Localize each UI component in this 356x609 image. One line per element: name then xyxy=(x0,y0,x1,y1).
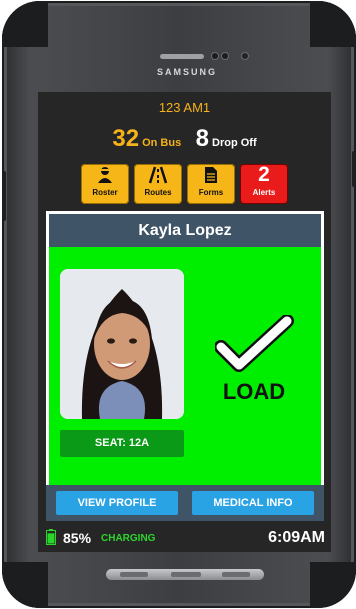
power-button xyxy=(352,151,356,187)
student-name: Kayla Lopez xyxy=(49,214,321,247)
student-actions: VIEW PROFILE MEDICAL INFO xyxy=(46,485,324,521)
bus-route-title: 123 AM1 xyxy=(158,100,211,115)
person-icon xyxy=(81,164,129,186)
load-status-text: LOAD xyxy=(222,379,286,404)
home-key[interactable] xyxy=(171,572,201,577)
back-key[interactable] xyxy=(222,572,250,577)
battery-percentage: 85% xyxy=(63,530,92,546)
charging-status: CHARGING xyxy=(101,533,156,544)
alerts-label: Alerts xyxy=(252,188,276,197)
app-screen: 123 AM1 32 On Bus 8 Drop Off Roster Rout… xyxy=(38,92,331,552)
medical-info-button[interactable]: MEDICAL INFO xyxy=(192,491,314,515)
routes-button[interactable]: Routes xyxy=(134,164,182,204)
light-sensor xyxy=(222,53,228,59)
recent-apps-key[interactable] xyxy=(120,572,148,577)
bumper-corner xyxy=(310,1,356,47)
forms-label: Forms xyxy=(198,188,224,197)
nav-tiles: Roster Routes Forms 2 Alerts xyxy=(81,164,291,204)
brand-logo: SAMSUNG xyxy=(156,67,217,77)
hardware-nav-bar xyxy=(106,569,264,580)
student-photo xyxy=(60,269,184,419)
student-card: Kayla Lopez SEAT: 12A LOAD VIEW PROFILE … xyxy=(46,211,324,521)
view-profile-button[interactable]: VIEW PROFILE xyxy=(56,491,178,515)
battery-icon xyxy=(46,529,56,545)
seat-label: SEAT: 12A xyxy=(60,430,184,457)
routes-label: Routes xyxy=(144,188,172,197)
roster-button[interactable]: Roster xyxy=(81,164,129,204)
load-status-area: SEAT: 12A LOAD xyxy=(49,247,321,485)
checkmark-icon xyxy=(214,314,295,375)
bus-counts: 32 On Bus 8 Drop Off xyxy=(38,125,331,153)
status-bar: 85% CHARGING 6:09AM xyxy=(38,524,331,552)
road-icon xyxy=(134,164,182,186)
volume-button xyxy=(2,171,6,221)
bumper-corner xyxy=(2,562,48,608)
proximity-sensor xyxy=(212,53,218,59)
drop-off-count: 8 xyxy=(195,125,210,152)
earpiece-speaker xyxy=(160,54,204,59)
bumper-corner xyxy=(310,562,356,608)
roster-label: Roster xyxy=(92,188,118,197)
front-camera xyxy=(242,53,248,59)
alerts-button[interactable]: 2 Alerts xyxy=(240,164,288,204)
alerts-badge: 2 xyxy=(258,163,270,186)
forms-button[interactable]: Forms xyxy=(187,164,235,204)
on-bus-label: On Bus xyxy=(142,137,182,149)
on-bus-count: 32 xyxy=(112,125,140,152)
bumper-corner xyxy=(2,1,48,47)
drop-off-label: Drop Off xyxy=(212,137,257,149)
document-icon xyxy=(187,164,235,186)
clock: 6:09AM xyxy=(268,529,325,546)
